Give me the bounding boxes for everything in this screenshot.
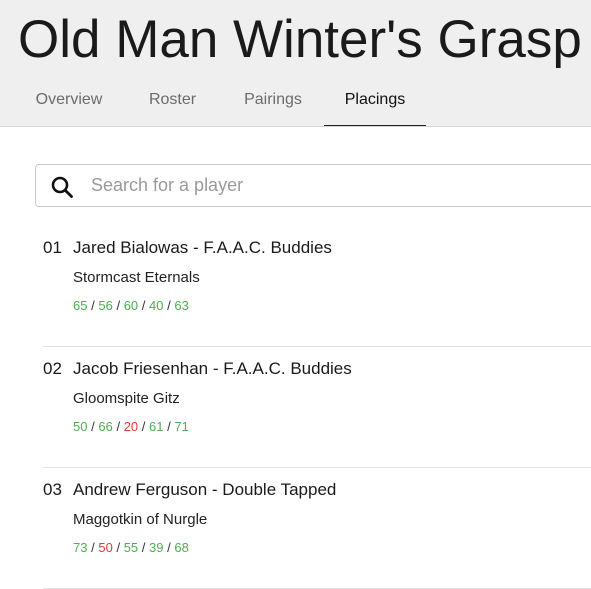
- score-separator: /: [116, 419, 121, 434]
- score-separator: /: [141, 298, 146, 313]
- player-army: Gloomspite Gitz: [73, 390, 180, 407]
- round-scores: 50 / 66 / 20 / 61 / 71: [73, 419, 189, 434]
- tab-placings[interactable]: Placings: [324, 80, 426, 126]
- round-score: 66: [98, 419, 113, 434]
- score-separator: /: [141, 419, 146, 434]
- round-score: 39: [149, 540, 164, 555]
- player-name[interactable]: Jared Bialowas - F.A.A.C. Buddies: [73, 238, 332, 258]
- placing-row[interactable]: 01 Jared Bialowas - F.A.A.C. Buddies Storm…: [43, 226, 591, 347]
- score-separator: /: [167, 298, 171, 313]
- search-box[interactable]: [35, 164, 591, 207]
- player-army: Stormcast Eternals: [73, 269, 200, 286]
- round-score: 56: [98, 298, 113, 313]
- tab-roster[interactable]: Roster: [130, 80, 215, 126]
- player-name[interactable]: Jacob Friesenhan - F.A.A.C. Buddies: [73, 359, 352, 379]
- player-name[interactable]: Andrew Ferguson - Double Tapped: [73, 480, 336, 500]
- player-army: Maggotkin of Nurgle: [73, 511, 208, 528]
- round-score: 55: [123, 540, 139, 555]
- tab-pairings[interactable]: Pairings: [225, 80, 321, 126]
- score-separator: /: [91, 540, 95, 555]
- placing-rank: 02: [43, 359, 62, 378]
- event-title: Old Man Winter's Grasp: [18, 10, 582, 69]
- event-header: Old Man Winter's Grasp Overview Roster P…: [0, 0, 591, 127]
- placing-rank: 01: [43, 238, 62, 257]
- round-score: 61: [149, 419, 164, 434]
- round-score: 65: [73, 298, 88, 313]
- score-separator: /: [116, 298, 121, 313]
- score-separator: /: [167, 540, 171, 555]
- round-score: 50: [73, 419, 88, 434]
- round-score: 68: [174, 540, 189, 555]
- round-scores: 65 / 56 / 60 / 40 / 63: [73, 298, 189, 313]
- placing-row[interactable]: 03 Andrew Ferguson - Double Tapped Maggotk…: [43, 468, 591, 589]
- round-score: 40: [149, 298, 164, 313]
- round-score: 71: [174, 419, 189, 434]
- search-icon: [51, 176, 73, 198]
- score-separator: /: [91, 298, 95, 313]
- round-score: 50: [98, 540, 113, 555]
- round-score: 63: [174, 298, 189, 313]
- score-separator: /: [141, 540, 146, 555]
- placing-row[interactable]: 02 Jacob Friesenhan - F.A.A.C. Buddies Glo…: [43, 347, 591, 468]
- score-separator: /: [91, 419, 95, 434]
- score-separator: /: [116, 540, 121, 555]
- round-scores: 73 / 50 / 55 / 39 / 68: [73, 540, 189, 555]
- round-score: 73: [73, 540, 88, 555]
- placing-rank: 03: [43, 480, 62, 499]
- round-score: 20: [123, 419, 139, 434]
- tab-overview[interactable]: Overview: [18, 80, 120, 126]
- placings-list: 01 Jared Bialowas - F.A.A.C. Buddies Storm…: [43, 226, 591, 589]
- round-score: 60: [123, 298, 139, 313]
- search-input[interactable]: [91, 165, 591, 206]
- score-separator: /: [167, 419, 171, 434]
